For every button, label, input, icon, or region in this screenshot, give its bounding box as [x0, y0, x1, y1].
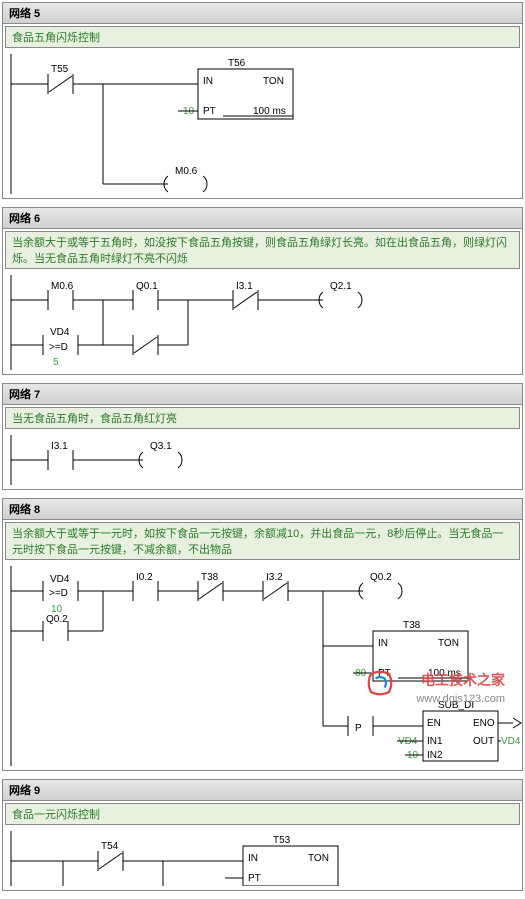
ladder-svg: T54 T53 IN TON PT [3, 831, 523, 886]
contact-label: T55 [51, 64, 69, 75]
ladder-rung: I3.1 Q3.1 [3, 431, 522, 489]
timer-in-label: IN [378, 638, 388, 649]
ladder-svg: M0.6 Q0.1 VD4 >=D 5 I3.1 Q2.1 [3, 275, 523, 370]
network-comment: 当余额大于或等于五角时，如没按下食品五角按键，则食品五角绿灯长亮。如在出食品五角… [5, 231, 520, 269]
contact-label: M0.6 [51, 281, 74, 292]
compare-var: VD4 [50, 574, 70, 585]
sub-in1-label: IN1 [427, 736, 443, 747]
timer-in-label: IN [203, 76, 213, 87]
sub-out-val: VD4 [501, 736, 521, 747]
timer-pt-label: PT [248, 873, 261, 884]
contact-label: Q0.1 [136, 281, 158, 292]
coil-label: M0.6 [175, 166, 198, 177]
contact-label: I3.1 [236, 281, 253, 292]
ladder-rung: T54 T53 IN TON PT [3, 827, 522, 890]
timer-type-label: TON [438, 638, 459, 649]
timer-pt-label: PT [203, 106, 216, 117]
ladder-svg: I3.1 Q3.1 [3, 435, 523, 485]
contact-label: I3.1 [51, 441, 68, 452]
contact-label: Q0.2 [46, 614, 68, 625]
timer-time-label: 100 ms [253, 106, 286, 117]
timer-type-label: TON [308, 853, 329, 864]
network-6: 网络 6 当余额大于或等于五角时，如没按下食品五角按键，则食品五角绿灯长亮。如在… [2, 207, 523, 375]
timer-in-label: IN [248, 853, 258, 864]
ladder-rung: T55 T56 IN TON PT 10 100 ms M0.6 [3, 50, 522, 198]
coil-label: Q3.1 [150, 441, 172, 452]
ladder-svg: VD4 >=D 10 Q0.2 I0.2 T38 I3.2 Q0.2 T38 I… [3, 566, 523, 766]
network-8: 网络 8 当余额大于或等于一元时，如按下食品一元按键，余额减10，并出食品一元，… [2, 498, 523, 771]
network-header: 网络 9 [3, 780, 522, 801]
sub-in2-label: IN2 [427, 750, 443, 761]
network-5: 网络 5 食品五角闪烁控制 T55 T56 IN TON PT 10 100 m… [2, 2, 523, 199]
network-9: 网络 9 食品一元闪烁控制 T54 T53 IN TON PT [2, 779, 523, 891]
watermark-url: www.dgjs123.com [416, 693, 505, 705]
ladder-rung: VD4 >=D 10 Q0.2 I0.2 T38 I3.2 Q0.2 T38 I… [3, 562, 522, 770]
ladder-rung: M0.6 Q0.1 VD4 >=D 5 I3.1 Q2.1 [3, 271, 522, 374]
sub-out-label: OUT [473, 736, 494, 747]
network-header: 网络 7 [3, 384, 522, 405]
contact-label: I0.2 [136, 572, 153, 583]
contact-label: T38 [201, 572, 219, 583]
compare-op: >=D [49, 342, 68, 353]
timer-type-label: TON [263, 76, 284, 87]
timer-name: T38 [403, 620, 421, 631]
contact-label: T54 [101, 841, 119, 852]
network-comment: 当无食品五角时，食品五角红灯亮 [5, 407, 520, 429]
compare-op: >=D [49, 588, 68, 599]
contact-label: I3.2 [266, 572, 283, 583]
network-header: 网络 6 [3, 208, 522, 229]
compare-val: 5 [53, 357, 59, 368]
site-logo-icon [365, 668, 395, 698]
ladder-svg: T55 T56 IN TON PT 10 100 ms M0.6 [3, 54, 523, 194]
network-comment: 当余额大于或等于一元时，如按下食品一元按键，余额减10，并出食品一元，8秒后停止… [5, 522, 520, 560]
timer-name: T56 [228, 58, 246, 69]
network-comment: 食品五角闪烁控制 [5, 26, 520, 48]
compare-var: VD4 [50, 327, 70, 338]
network-comment: 食品一元闪烁控制 [5, 803, 520, 825]
network-header: 网络 5 [3, 3, 522, 24]
network-header: 网络 8 [3, 499, 522, 520]
timer-name: T53 [273, 835, 291, 846]
coil-label: Q0.2 [370, 572, 392, 583]
network-7: 网络 7 当无食品五角时，食品五角红灯亮 I3.1 Q3.1 [2, 383, 523, 490]
watermark-text: 电工技术之家 [421, 670, 505, 690]
coil-label: Q2.1 [330, 281, 352, 292]
edge-label: P [355, 723, 362, 734]
